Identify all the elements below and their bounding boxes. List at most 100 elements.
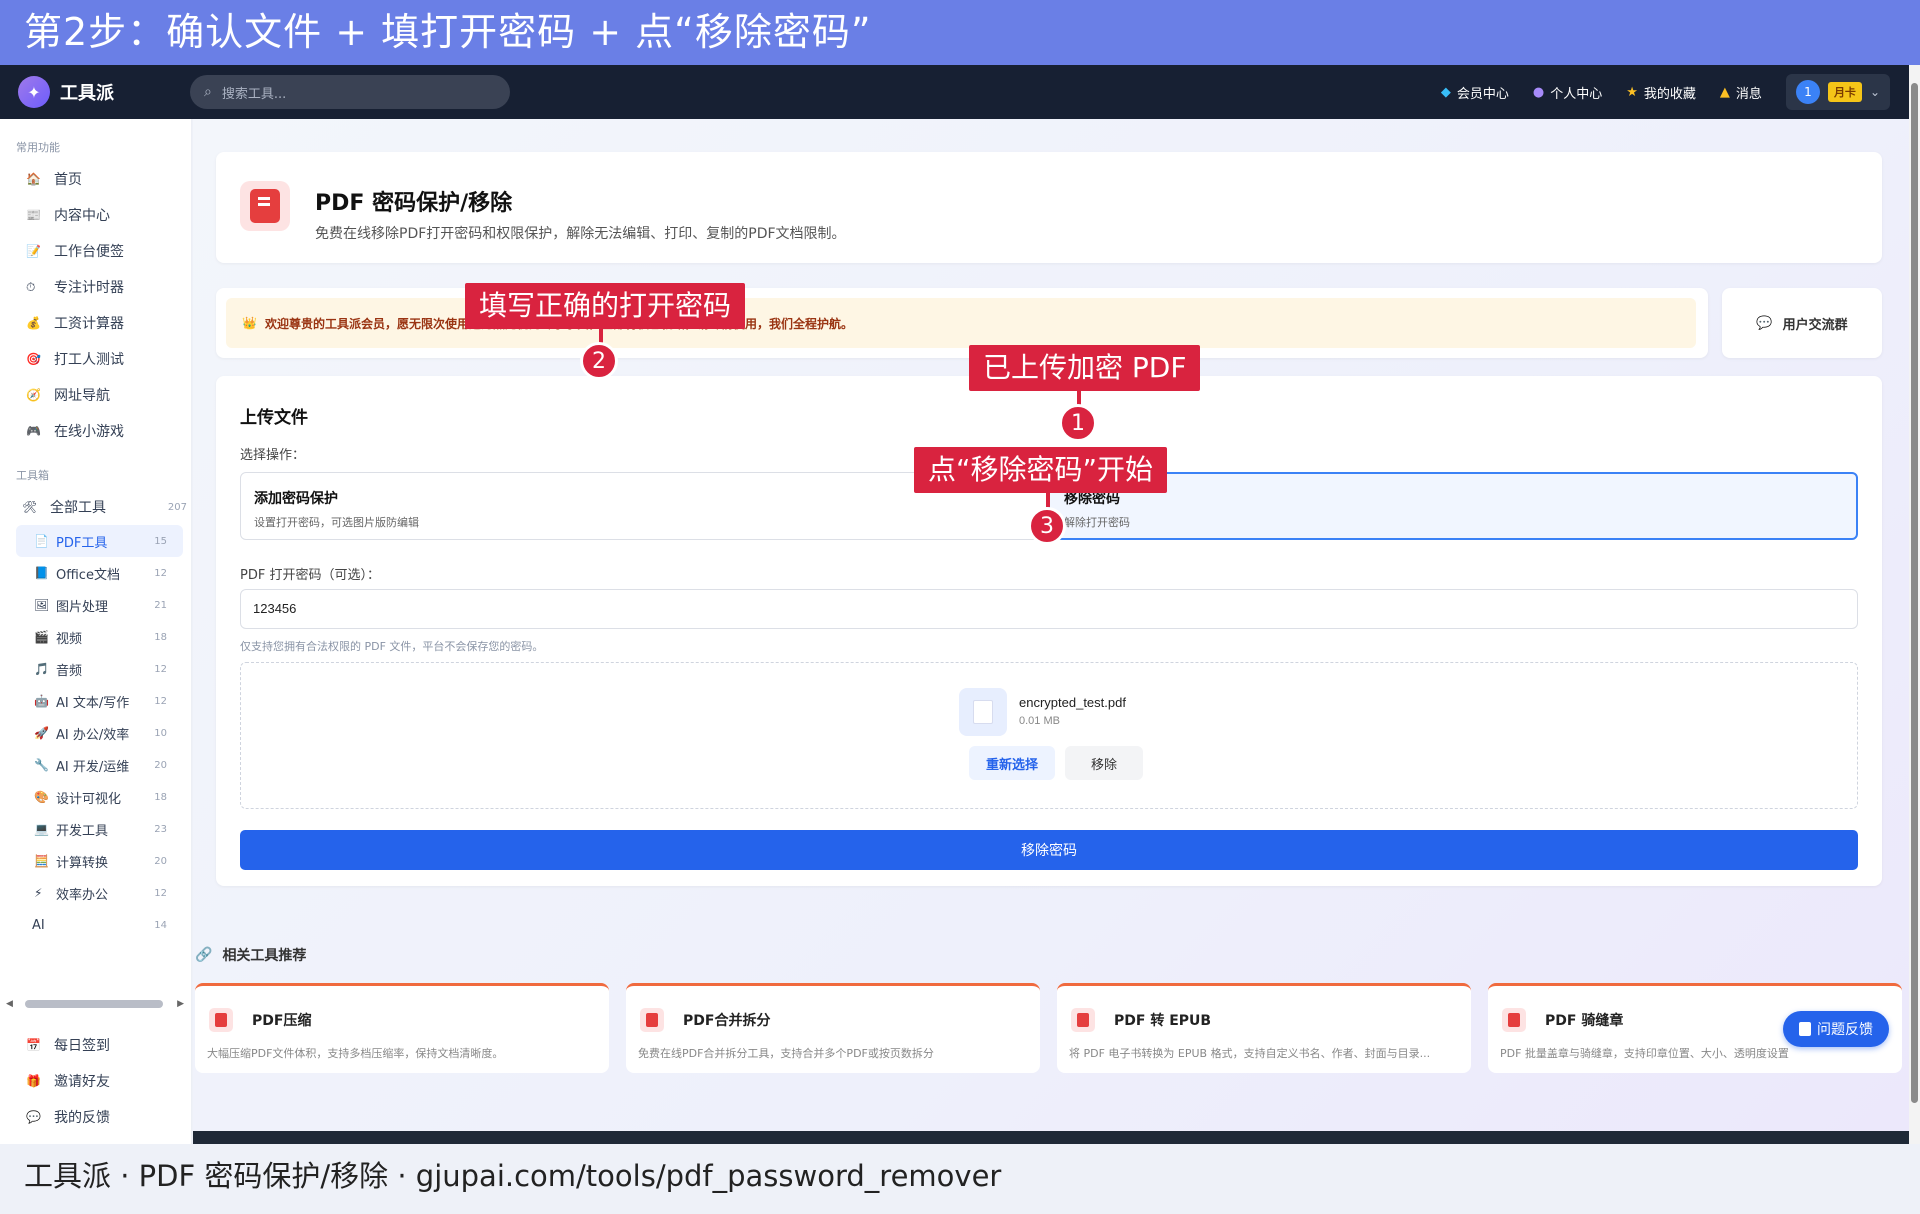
nav-messages[interactable]: ▲ 消息 bbox=[1720, 83, 1762, 102]
user-icon: ● bbox=[1532, 84, 1545, 100]
feedback-button[interactable]: 问题反馈 bbox=[1783, 1011, 1889, 1047]
sidebar-cat-ai-office[interactable]: 🚀 AI 办公/效率 10 bbox=[0, 717, 191, 749]
note-icon: 📝 bbox=[26, 244, 41, 258]
file-name: encrypted_test.pdf bbox=[1019, 695, 1126, 710]
sidebar-cat-ai[interactable]: AI 14 bbox=[0, 909, 191, 941]
sidebar-item-test[interactable]: 🎯 打工人测试 bbox=[0, 341, 191, 377]
scissors-icon bbox=[640, 1008, 664, 1032]
vertical-scrollbar[interactable] bbox=[1909, 65, 1920, 1144]
book-icon bbox=[1071, 1008, 1095, 1032]
sidebar-cat-office[interactable]: 📘 Office文档 12 bbox=[0, 557, 191, 589]
upload-title: 上传文件 bbox=[240, 408, 308, 428]
remove-file-button[interactable]: 移除 bbox=[1065, 746, 1143, 780]
robot-icon: 🤖 bbox=[34, 694, 49, 708]
video-icon: 🎬 bbox=[34, 630, 49, 644]
sidebar-item-games[interactable]: 🎮 在线小游戏 bbox=[0, 413, 191, 449]
sidebar-cat-devtools[interactable]: 💻 开发工具 23 bbox=[0, 813, 191, 845]
sidebar-item-label: AI 开发/运维 bbox=[56, 759, 130, 775]
sidebar-item-label: 专注计时器 bbox=[54, 280, 124, 296]
sidebar-item-label: 设计可视化 bbox=[56, 791, 122, 807]
annotation-label-1: 已上传加密 PDF bbox=[969, 345, 1201, 391]
wrench-icon: 🔧 bbox=[34, 758, 49, 772]
scroll-right-icon[interactable]: ▶ bbox=[177, 999, 184, 1009]
nav-label: 会员中心 bbox=[1456, 86, 1509, 102]
sidebar-horizontal-scrollbar[interactable]: ◀ ▶ bbox=[6, 997, 184, 1011]
related-card-title: PDF 骑缝章 bbox=[1545, 1013, 1624, 1029]
main-content: PDF 密码保护/移除 免费在线移除PDF打开密码和权限保护，解除无法编辑、打印… bbox=[193, 119, 1909, 1144]
sidebar-bottom-links: 📅 每日签到 🎁 邀请好友 💬 我的反馈 bbox=[0, 1027, 192, 1135]
sidebar-section-tools: 工具箱 bbox=[16, 469, 49, 482]
sidebar-item-label: 网址导航 bbox=[54, 388, 110, 404]
sidebar-cat-design[interactable]: 🎨 设计可视化 18 bbox=[0, 781, 191, 813]
welcome-banner: 👑 欢迎尊贵的工具派会员，愿无限次使用这为照无忧的专享享受，全部特权已就绪，请尽… bbox=[226, 298, 1696, 348]
sidebar-item-content[interactable]: 📰 内容中心 bbox=[0, 197, 191, 233]
sidebar-section-common: 常用功能 bbox=[16, 141, 60, 154]
scroll-thumb[interactable] bbox=[24, 1000, 164, 1008]
sidebar-item-checkin[interactable]: 📅 每日签到 bbox=[0, 1027, 192, 1063]
sidebar-cat-pdf[interactable]: 📄 PDF工具 15 bbox=[16, 525, 183, 557]
sidebar-item-notes[interactable]: 📝 工作台便签 bbox=[0, 233, 191, 269]
sidebar-cat-video[interactable]: 🎬 视频 18 bbox=[0, 621, 191, 653]
sidebar-cat-audio[interactable]: 🎵 音频 12 bbox=[0, 653, 191, 685]
nav-personal-center[interactable]: ● 个人中心 bbox=[1533, 83, 1602, 102]
nav-favorites[interactable]: ★ 我的收藏 bbox=[1626, 83, 1696, 102]
user-group-label: 用户交流群 bbox=[1782, 317, 1848, 333]
welcome-card: 👑 欢迎尊贵的工具派会员，愿无限次使用这为照无忧的专享享受，全部特权已就绪，请尽… bbox=[216, 288, 1708, 358]
option-subtitle: 解除打开密码 bbox=[1064, 516, 1130, 529]
related-card-compress[interactable]: PDF压缩 大幅压缩PDF文件体积，支持多档压缩率，保持文档清晰度。 bbox=[195, 983, 609, 1073]
sidebar-item-feedback[interactable]: 💬 我的反馈 bbox=[0, 1099, 192, 1135]
diamond-icon: ◆ bbox=[1440, 84, 1451, 100]
page-title: PDF 密码保护/移除 bbox=[315, 191, 513, 216]
file-size: 0.01 MB bbox=[1019, 715, 1060, 727]
sidebar-item-timer[interactable]: ⏱ 专注计时器 bbox=[0, 269, 191, 305]
chevron-down-icon: ⌄ bbox=[1869, 85, 1880, 99]
news-icon: 📰 bbox=[26, 208, 41, 222]
annotation-label-2: 填写正确的打开密码 bbox=[465, 283, 746, 329]
count-badge: 23 bbox=[154, 823, 167, 835]
sidebar-item-invite[interactable]: 🎁 邀请好友 bbox=[0, 1063, 192, 1099]
sidebar-item-label: AI bbox=[32, 917, 45, 933]
related-card-merge[interactable]: PDF合并拆分 免费在线PDF合并拆分工具，支持合并多个PDF或按页数拆分 bbox=[626, 983, 1040, 1073]
file-drop-zone[interactable]: encrypted_test.pdf 0.01 MB 重新选择 移除 bbox=[240, 662, 1858, 809]
image-icon: 🖼 bbox=[34, 598, 50, 612]
sidebar-item-nav[interactable]: 🧭 网址导航 bbox=[0, 377, 191, 413]
nav-vip-center[interactable]: ◆ 会员中心 bbox=[1441, 83, 1509, 102]
sidebar-cat-calc[interactable]: 🧮 计算转换 20 bbox=[0, 845, 191, 877]
tool-header-card: PDF 密码保护/移除 免费在线移除PDF打开密码和权限保护，解除无法编辑、打印… bbox=[216, 152, 1882, 263]
logo-text: 工具派 bbox=[60, 83, 114, 104]
scroll-left-icon[interactable]: ◀ bbox=[6, 999, 13, 1009]
pdf-icon bbox=[209, 1008, 233, 1032]
logo[interactable]: ✦ 工具派 bbox=[18, 76, 190, 108]
feedback-label: 问题反馈 bbox=[1817, 1022, 1873, 1038]
sidebar-cat-image[interactable]: 🖼 图片处理 21 bbox=[0, 589, 191, 621]
sidebar-item-all-tools[interactable]: 🛠 全部工具 207 bbox=[0, 489, 191, 525]
related-card-epub[interactable]: PDF 转 EPUB 将 PDF 电子书转换为 EPUB 格式，支持自定义书名、… bbox=[1057, 983, 1471, 1073]
sidebar-item-label: 在线小游戏 bbox=[54, 424, 124, 440]
nav-label: 个人中心 bbox=[1550, 86, 1603, 102]
pdf-lock-icon bbox=[240, 181, 290, 231]
count-badge: 12 bbox=[154, 567, 167, 579]
sidebar-item-label: 全部工具 bbox=[50, 500, 106, 516]
search-placeholder: 搜索工具... bbox=[221, 86, 287, 102]
search-input[interactable]: ⌕ 搜索工具... bbox=[190, 75, 510, 109]
search-icon: ⌕ bbox=[204, 84, 212, 100]
option-remove-password[interactable]: 移除密码 解除打开密码 bbox=[1048, 472, 1858, 540]
star-icon: ★ bbox=[1626, 84, 1638, 100]
related-card-desc: 大幅压缩PDF文件体积，支持多档压缩率，保持文档清晰度。 bbox=[207, 1047, 504, 1060]
sidebar-cat-efficiency[interactable]: ⚡ 效率办公 12 bbox=[0, 877, 191, 909]
sidebar-item-home[interactable]: 🏠 首页 bbox=[0, 161, 191, 197]
sidebar-item-salary[interactable]: 💰 工资计算器 bbox=[0, 305, 191, 341]
remove-password-button[interactable]: 移除密码 bbox=[240, 830, 1858, 870]
sidebar-cat-ai-writing[interactable]: 🤖 AI 文本/写作 12 bbox=[0, 685, 191, 717]
option-subtitle: 设置打开密码，可选图片版防编辑 bbox=[254, 516, 419, 529]
user-menu[interactable]: 1 月卡 ⌄ bbox=[1785, 74, 1890, 110]
top-navbar: ✦ 工具派 ⌕ 搜索工具... ◆ 会员中心 ● 个人中心 ★ 我的收藏 ▲ 消息 1 … bbox=[0, 65, 1920, 119]
page-description: 免费在线移除PDF打开密码和权限保护，解除无法编辑、打印、复制的PDF文档限制。 bbox=[315, 226, 846, 242]
password-input[interactable]: 123456 bbox=[240, 589, 1858, 629]
scroll-thumb[interactable] bbox=[1911, 83, 1918, 1103]
chat-icon: 💬 bbox=[26, 1110, 41, 1124]
user-group-button[interactable]: 💬 用户交流群 bbox=[1722, 288, 1882, 358]
count-badge: 20 bbox=[154, 855, 167, 867]
sidebar-cat-ai-dev[interactable]: 🔧 AI 开发/运维 20 bbox=[0, 749, 191, 781]
reselect-button[interactable]: 重新选择 bbox=[969, 746, 1055, 780]
